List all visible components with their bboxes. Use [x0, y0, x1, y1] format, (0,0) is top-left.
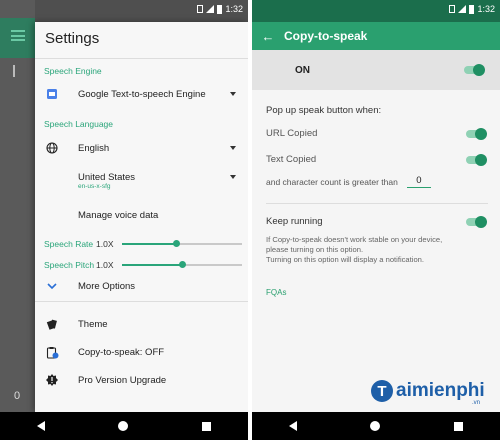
engine-value: Google Text-to-speech Engine	[78, 88, 206, 100]
phone-left: 1:32 0 Settings Speech Engine Google Tex…	[0, 0, 248, 440]
page-title: Copy-to-speak	[284, 29, 368, 43]
keep-running-toggle[interactable]	[466, 215, 487, 228]
background-app-rail: 0	[0, 0, 35, 412]
dropdown-arrow-icon	[230, 92, 236, 96]
master-switch-toggle[interactable]	[464, 64, 485, 76]
chevron-down-icon	[45, 279, 59, 293]
more-options-toggle[interactable]: More Options	[35, 278, 248, 294]
fqas-link[interactable]: FQAs	[266, 288, 286, 297]
manage-voice-label: Manage voice data	[78, 209, 159, 221]
section-speech-language: Speech Language	[44, 119, 114, 129]
theme-icon	[45, 317, 59, 331]
dropdown-arrow-icon	[230, 175, 236, 179]
master-switch-label: ON	[295, 64, 310, 76]
speech-pitch-label: Speech Pitch	[44, 260, 95, 270]
clipboard-speak-icon	[45, 345, 59, 359]
tts-engine-icon	[45, 87, 59, 101]
navigation-bar	[0, 412, 248, 440]
settings-drawer: Settings Speech Engine Google Text-to-sp…	[35, 22, 248, 412]
keep-running-help: If Copy-to-speak doesn't work stable on …	[266, 235, 443, 264]
url-copied-row[interactable]: URL Copied	[266, 127, 487, 140]
back-icon[interactable]	[288, 421, 297, 431]
battery-icon	[469, 4, 475, 14]
status-time: 1:32	[225, 4, 243, 14]
section-speech-engine: Speech Engine	[44, 66, 102, 76]
status-time: 1:32	[477, 4, 495, 14]
master-switch-row[interactable]: ON	[252, 50, 500, 90]
speech-rate-value: 1.0X	[96, 239, 114, 249]
page-title: Settings	[45, 30, 100, 47]
char-count-label: and character count is greater than	[266, 176, 398, 187]
divider	[35, 301, 248, 302]
keep-running-row[interactable]: Keep running	[266, 215, 487, 228]
watermark-badge: T	[371, 380, 393, 402]
pro-upgrade-item[interactable]: Pro Version Upgrade	[35, 372, 248, 388]
theme-label: Theme	[78, 318, 108, 330]
dropdown-arrow-icon	[230, 146, 236, 150]
home-icon[interactable]	[370, 421, 381, 431]
app-bar: ← Copy-to-speak	[252, 22, 500, 50]
popup-heading: Pop up speak button when:	[266, 105, 382, 116]
speech-rate-row: Speech Rate 1.0X	[44, 239, 244, 249]
theme-item[interactable]: Theme	[35, 316, 248, 332]
language-selector[interactable]: English	[35, 140, 248, 156]
navigation-bar	[252, 412, 500, 440]
status-bar: 1:32	[0, 0, 248, 22]
status-icons: 1:32	[449, 4, 495, 14]
copy-to-speak-item[interactable]: Copy-to-speak: OFF	[35, 344, 248, 360]
badge-alert-icon	[45, 373, 59, 387]
divider	[35, 58, 248, 59]
url-copied-toggle[interactable]	[466, 127, 487, 140]
recents-icon[interactable]	[454, 421, 464, 431]
cell-signal-icon	[206, 5, 215, 13]
speech-rate-slider[interactable]	[122, 240, 242, 247]
watermark-text: aimienphi	[396, 380, 485, 401]
region-selector[interactable]: United States	[35, 169, 248, 185]
keep-running-label: Keep running	[266, 216, 323, 227]
char-count-input[interactable]: 0	[406, 175, 431, 188]
background-number: 0	[14, 390, 21, 402]
globe-icon	[45, 141, 59, 155]
char-count-row: and character count is greater than 0	[266, 175, 488, 188]
battery-icon	[217, 4, 223, 14]
divider	[266, 203, 488, 204]
pro-upgrade-label: Pro Version Upgrade	[78, 374, 167, 386]
text-copied-toggle[interactable]	[466, 153, 487, 166]
text-copied-row[interactable]: Text Copied	[266, 153, 487, 166]
screenshot-stage: 1:32 0 Settings Speech Engine Google Tex…	[0, 0, 500, 440]
signal-box-icon	[449, 5, 456, 13]
more-options-label: More Options	[78, 280, 136, 292]
speech-pitch-slider[interactable]	[122, 261, 242, 268]
status-icons: 1:32	[197, 4, 243, 14]
watermark-logo: T aimienphi .vn	[371, 380, 485, 406]
cell-signal-icon	[458, 5, 467, 13]
back-icon[interactable]	[36, 421, 45, 431]
text-copied-label: Text Copied	[266, 154, 317, 165]
language-value: English	[78, 142, 110, 154]
copy-to-speak-label: Copy-to-speak: OFF	[78, 346, 165, 358]
speech-rate-label: Speech Rate	[44, 239, 94, 249]
url-copied-label: URL Copied	[266, 128, 318, 139]
engine-selector[interactable]: Google Text-to-speech Engine	[35, 86, 248, 102]
text-cursor-icon	[13, 65, 15, 77]
speech-rate-thumb[interactable]	[172, 240, 180, 247]
speech-pitch-row: Speech Pitch 1.0X	[44, 260, 244, 270]
watermark-suffix: .vn	[472, 400, 481, 406]
recents-icon[interactable]	[202, 421, 212, 431]
speech-pitch-thumb[interactable]	[178, 261, 186, 268]
hamburger-menu-icon[interactable]	[11, 30, 25, 41]
region-value: United States	[78, 171, 136, 183]
signal-box-icon	[197, 5, 204, 13]
region-code: en-us-x-sfg	[78, 183, 111, 190]
home-icon[interactable]	[118, 421, 129, 431]
status-bar: 1:32	[252, 0, 500, 22]
phone-right: 1:32 ← Copy-to-speak ON Pop up speak but…	[252, 0, 500, 440]
arrow-back-icon[interactable]: ←	[252, 29, 284, 44]
speech-pitch-value: 1.0X	[96, 260, 114, 270]
manage-voice-data[interactable]: Manage voice data	[35, 207, 248, 223]
